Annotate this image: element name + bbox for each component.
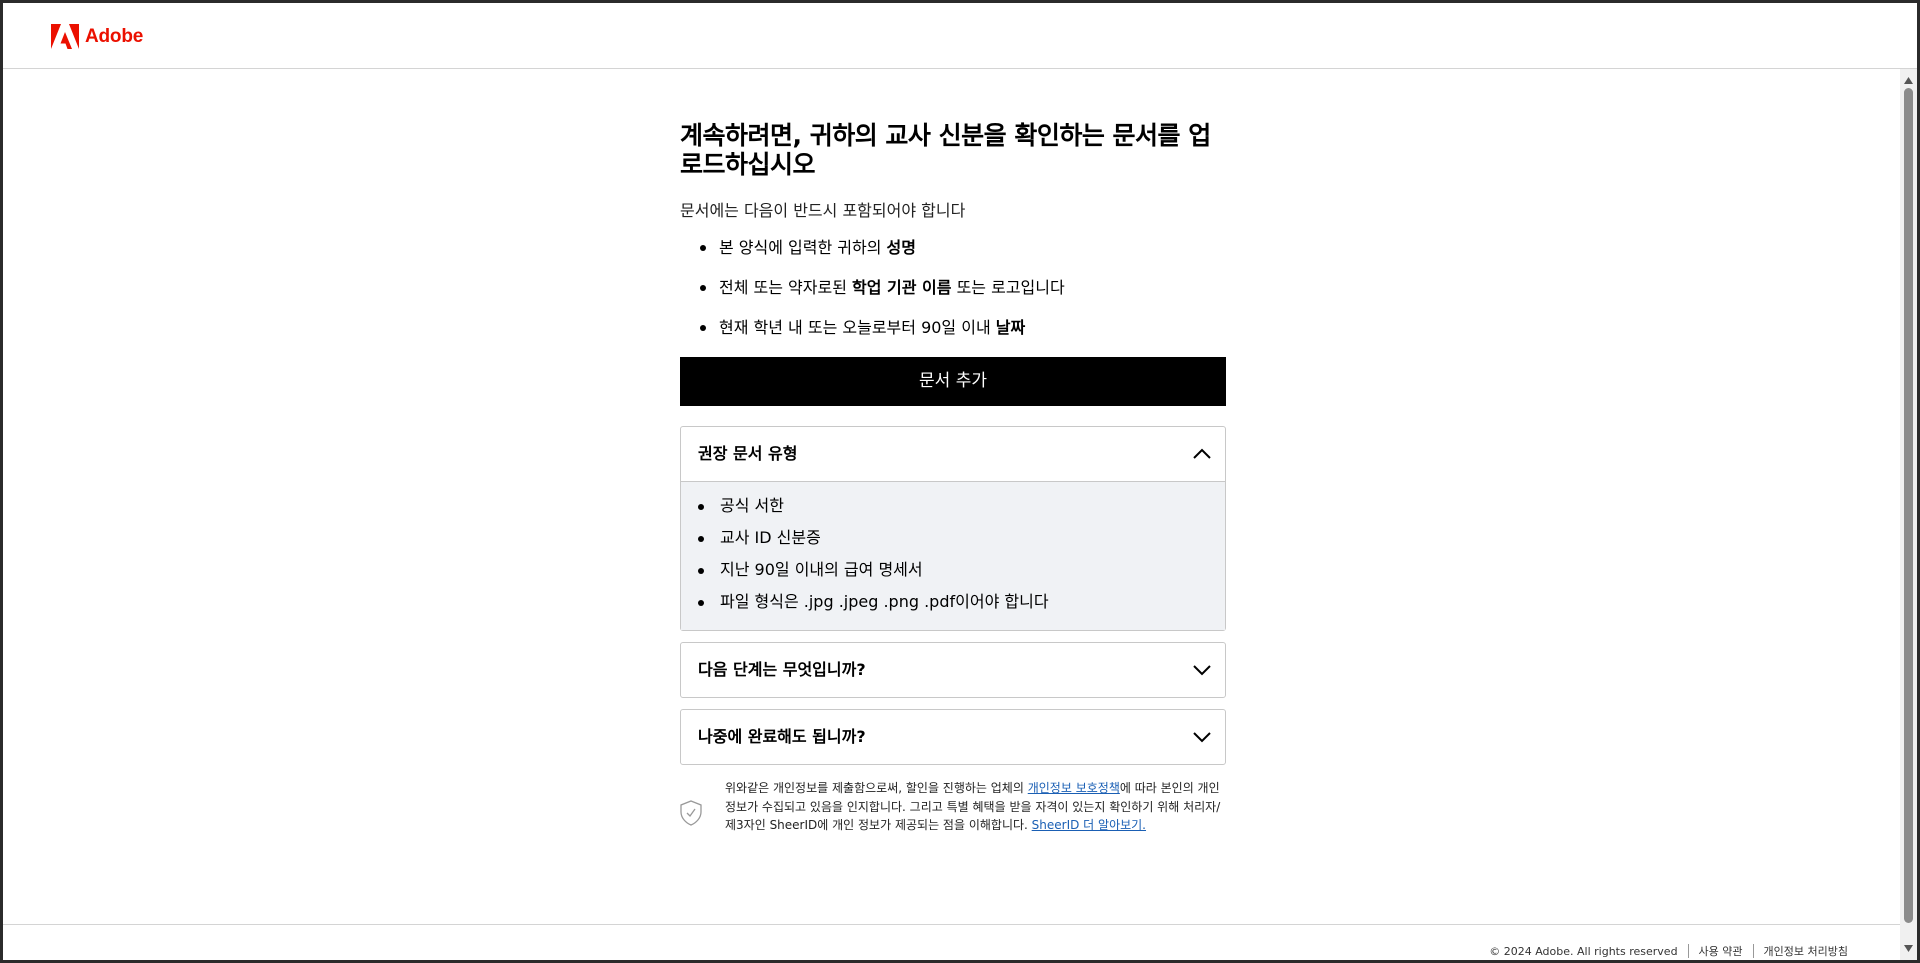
scroll-down-arrow-icon[interactable] [1903, 943, 1914, 954]
adobe-logo-icon [51, 24, 79, 49]
list-item: 교사 ID 신분증 [681, 526, 1225, 558]
chevron-up-icon [1193, 448, 1211, 459]
brand-name: Adobe [85, 25, 144, 47]
accordion-header[interactable]: 다음 단계는 무엇입니까? [681, 643, 1225, 697]
accordion-header[interactable]: 나중에 완료해도 됩니까? [681, 710, 1225, 764]
add-document-button[interactable]: 문서 추가 [680, 357, 1226, 406]
footer-bar: © 2024 Adobe. All rights reserved 사용 약관 … [3, 924, 1900, 960]
requirement-item: 전체 또는 약자로된 학업 기관 이름 또는 로고입니다 [680, 275, 1226, 315]
scroll-up-arrow-icon[interactable] [1903, 75, 1914, 86]
privacy-text: 위와같은 개인정보를 제출함으로써, 할인을 진행하는 업체의 개인정보 보호정… [725, 781, 1221, 832]
requirements-list: 본 양식에 입력한 귀하의 성명 전체 또는 약자로된 학업 기관 이름 또는 … [680, 235, 1226, 355]
accordion-finish-later: 나중에 완료해도 됩니까? [680, 709, 1226, 765]
privacy-policy-link[interactable]: 개인정보 보호정책 [1028, 781, 1120, 795]
accordion-title: 권장 문서 유형 [698, 444, 798, 463]
requirement-item: 현재 학년 내 또는 오늘로부터 90일 이내 날짜 [680, 315, 1226, 355]
chevron-down-icon [1193, 732, 1211, 743]
accordion-recommended-docs: 권장 문서 유형 공식 서한 교사 ID 신분증 지난 90일 이내의 급여 명… [680, 426, 1226, 631]
requirements-intro: 문서에는 다음이 반드시 포함되어야 합니다 [680, 201, 966, 220]
list-item: 지난 90일 이내의 급여 명세서 [681, 558, 1225, 590]
footer-divider [1752, 944, 1754, 958]
requirement-item: 본 양식에 입력한 귀하의 성명 [680, 235, 1226, 275]
privacy-notice: 위와같은 개인정보를 제출함으로써, 할인을 진행하는 업체의 개인정보 보호정… [680, 779, 1226, 835]
footer: © 2024 Adobe. All rights reserved 사용 약관 … [1489, 943, 1848, 959]
adobe-logo[interactable]: Adobe [51, 24, 143, 49]
vertical-scrollbar[interactable] [1900, 69, 1917, 960]
accordion-header[interactable]: 권장 문서 유형 [681, 427, 1225, 481]
terms-link[interactable]: 사용 약관 [1699, 943, 1743, 959]
top-header: Adobe [3, 3, 1917, 69]
accordion-title: 다음 단계는 무엇입니까? [698, 660, 866, 679]
main-content: 계속하려면, 귀하의 교사 신분을 확인하는 문서를 업로드하십시오 문서에는 … [680, 121, 1226, 835]
scrollbar-thumb[interactable] [1904, 88, 1913, 923]
list-item: 파일 형식은 .jpg .jpeg .png .pdf이어야 합니다 [681, 590, 1225, 622]
accordion-body: 공식 서한 교사 ID 신분증 지난 90일 이내의 급여 명세서 파일 형식은… [681, 481, 1225, 630]
shield-check-icon [680, 800, 702, 826]
list-item: 공식 서한 [681, 494, 1225, 526]
copyright-text: © 2024 Adobe. All rights reserved [1489, 944, 1678, 958]
privacy-policy-footer-link[interactable]: 개인정보 처리방침 [1764, 943, 1848, 959]
page-title: 계속하려면, 귀하의 교사 신분을 확인하는 문서를 업로드하십시오 [680, 121, 1211, 179]
footer-divider [1687, 944, 1689, 958]
sheerid-learn-more-link[interactable]: SheerID 더 알아보기. [1032, 818, 1146, 832]
browser-page: Adobe 계속하려면, 귀하의 교사 신분을 확인하는 문서를 업로드하십시오… [3, 3, 1917, 960]
chevron-down-icon [1193, 665, 1211, 676]
accordion-next-steps: 다음 단계는 무엇입니까? [680, 642, 1226, 698]
accordion-title: 나중에 완료해도 됩니까? [698, 727, 866, 746]
